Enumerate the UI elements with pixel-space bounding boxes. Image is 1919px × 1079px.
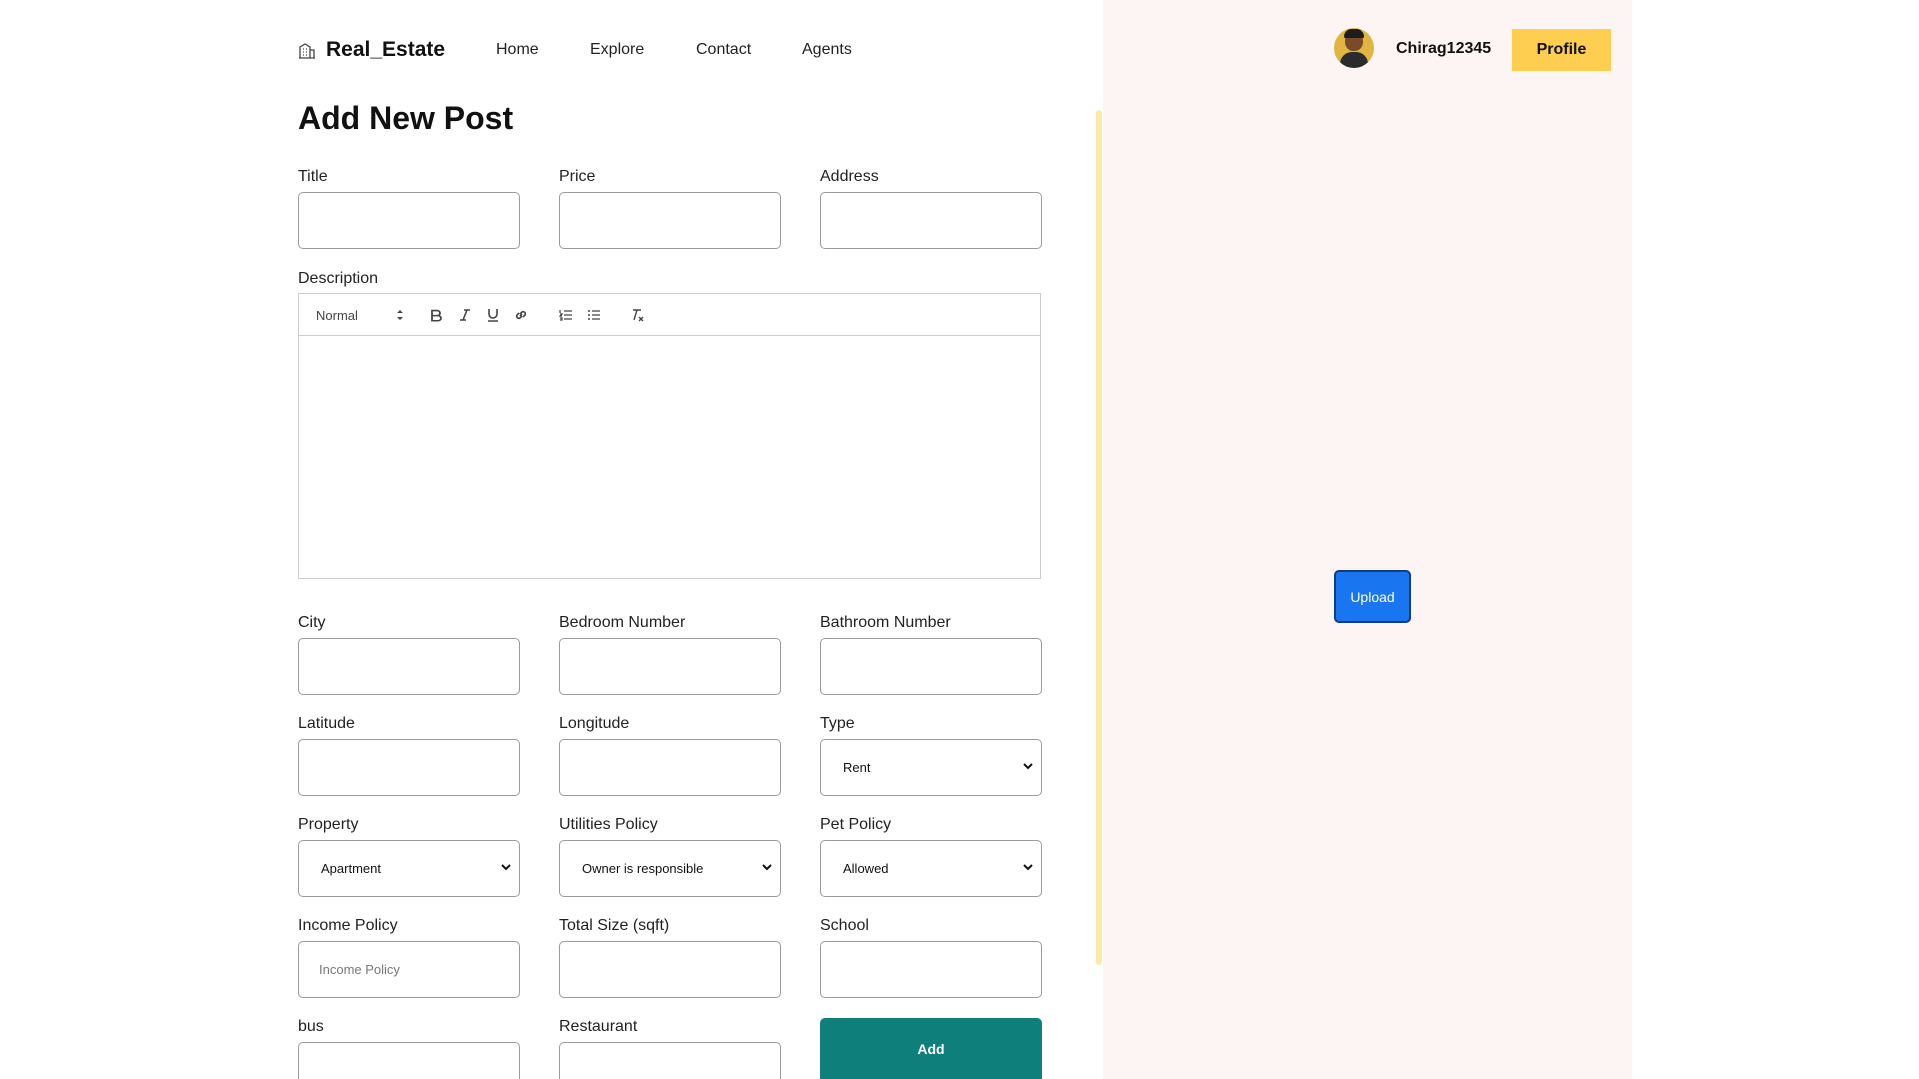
- utilities-label: Utilities Policy: [559, 816, 658, 833]
- profile-button[interactable]: Profile: [1512, 29, 1611, 71]
- property-label: Property: [298, 816, 359, 833]
- address-label: Address: [820, 168, 879, 185]
- format-select[interactable]: Normal: [316, 305, 404, 325]
- income-label: Income Policy: [298, 917, 398, 934]
- size-label: Total Size (sqft): [559, 917, 670, 934]
- description-label: Description: [298, 270, 379, 287]
- nav-contact[interactable]: Contact: [696, 41, 751, 59]
- building-icon: [299, 43, 315, 59]
- bathroom-label: Bathroom Number: [820, 614, 951, 631]
- bedroom-label: Bedroom Number: [559, 614, 686, 631]
- bus-label: bus: [298, 1018, 324, 1035]
- italic-icon[interactable]: [456, 305, 474, 325]
- upload-button[interactable]: Upload: [1334, 570, 1411, 623]
- property-select[interactable]: Apartment: [298, 840, 520, 897]
- form-scrollbar[interactable]: [1096, 110, 1102, 965]
- restaurant-input[interactable]: [559, 1042, 781, 1079]
- longitude-input[interactable]: [559, 739, 781, 796]
- pet-select[interactable]: Allowed: [820, 840, 1042, 897]
- brand-logo[interactable]: Real_Estate: [298, 38, 445, 62]
- school-input[interactable]: [820, 941, 1042, 998]
- bathroom-input[interactable]: [820, 638, 1042, 695]
- nav-home[interactable]: Home: [496, 41, 539, 59]
- format-select-label: Normal: [316, 307, 358, 323]
- utilities-select-wrap: Owner is responsible: [559, 840, 781, 897]
- avatar[interactable]: [1334, 28, 1374, 68]
- page: Real_Estate Home Explore Contact Agents …: [0, 0, 1919, 1079]
- nav-agents[interactable]: Agents: [802, 41, 852, 59]
- price-input[interactable]: [559, 192, 781, 249]
- price-label: Price: [559, 168, 596, 185]
- latitude-input[interactable]: [298, 739, 520, 796]
- bullet-list-icon[interactable]: [585, 305, 603, 325]
- latitude-label: Latitude: [298, 715, 355, 732]
- clear-format-icon[interactable]: [629, 305, 647, 325]
- bold-icon[interactable]: [427, 305, 445, 325]
- longitude-label: Longitude: [559, 715, 630, 732]
- city-input[interactable]: [298, 638, 520, 695]
- ordered-list-icon[interactable]: [557, 305, 575, 325]
- nav-explore[interactable]: Explore: [590, 41, 644, 59]
- type-select[interactable]: Rent: [820, 739, 1042, 796]
- bedroom-input[interactable]: [559, 638, 781, 695]
- description-editor: Normal: [298, 293, 1041, 579]
- editor-content-area[interactable]: [299, 336, 1040, 579]
- page-title: Add New Post: [298, 100, 514, 136]
- title-input[interactable]: [298, 192, 520, 249]
- size-input[interactable]: [559, 941, 781, 998]
- type-label: Type: [820, 715, 855, 732]
- city-label: City: [298, 614, 326, 631]
- username: Chirag12345: [1396, 40, 1492, 57]
- property-select-wrap: Apartment: [298, 840, 520, 897]
- updown-icon: [397, 310, 403, 320]
- address-input[interactable]: [820, 192, 1042, 249]
- image-upload-panel: [1103, 0, 1632, 1079]
- editor-toolbar: Normal: [299, 294, 1040, 336]
- add-button[interactable]: Add: [820, 1018, 1042, 1079]
- pet-select-wrap: Allowed: [820, 840, 1042, 897]
- pet-label: Pet Policy: [820, 816, 892, 833]
- bus-input[interactable]: [298, 1042, 520, 1079]
- brand-name: Real_Estate: [326, 38, 446, 61]
- underline-icon[interactable]: [484, 305, 502, 325]
- income-input[interactable]: [298, 941, 520, 998]
- link-icon[interactable]: [512, 305, 530, 325]
- type-select-wrap: Rent: [820, 739, 1042, 796]
- restaurant-label: Restaurant: [559, 1018, 638, 1035]
- school-label: School: [820, 917, 869, 934]
- title-label: Title: [298, 168, 328, 185]
- utilities-select[interactable]: Owner is responsible: [559, 840, 781, 897]
